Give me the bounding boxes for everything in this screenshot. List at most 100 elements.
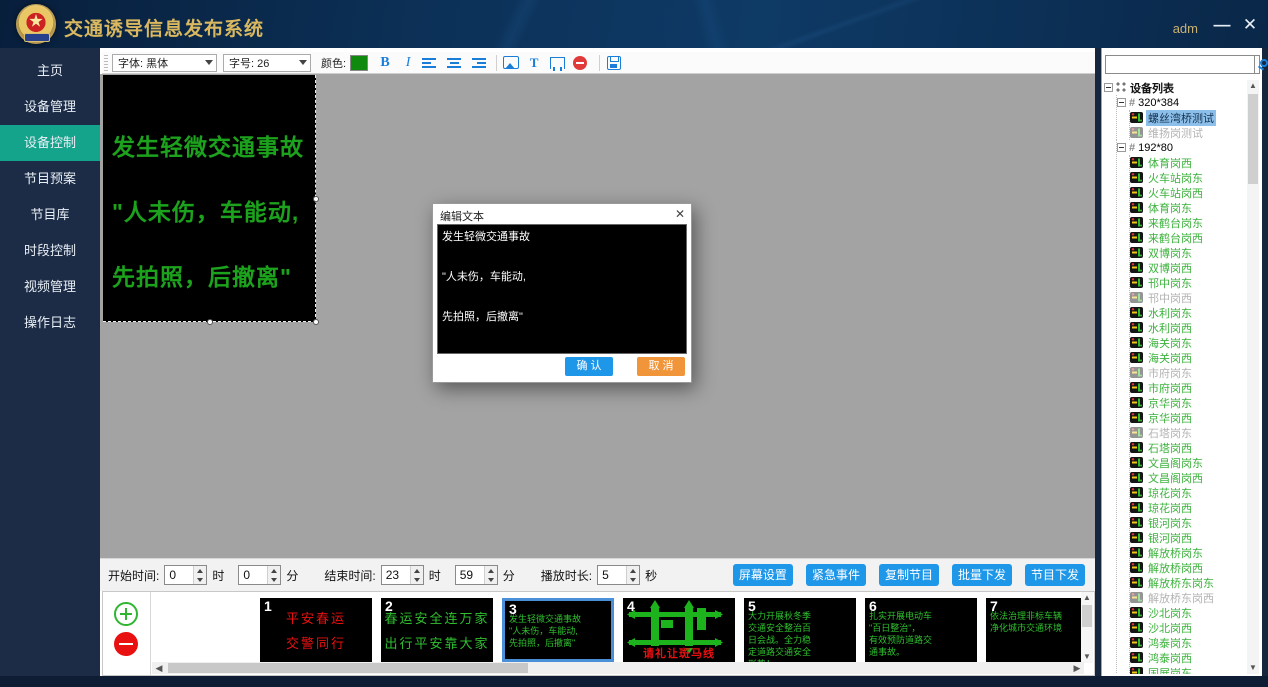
stepper-up[interactable] [485, 566, 497, 575]
device-item[interactable]: 京华岗西 [1130, 410, 1250, 425]
scrollbar-thumb[interactable] [1082, 605, 1092, 627]
sidebar-item-节目库[interactable]: 节目库 [0, 197, 100, 233]
scroll-up-arrow[interactable]: ▲ [1247, 80, 1259, 92]
edit-textarea[interactable]: 发生轻微交通事故"人未伤，车能动,先拍照，后撤离" [437, 224, 687, 354]
resize-handle-bottom[interactable] [207, 319, 213, 325]
device-item[interactable]: 水利岗西 [1130, 320, 1250, 335]
collapse-icon[interactable] [1104, 83, 1113, 92]
collapse-icon[interactable] [1117, 98, 1126, 107]
end-hour-stepper[interactable]: 23 [381, 565, 424, 585]
stepper-down[interactable] [411, 575, 423, 584]
tree-vertical-scrollbar[interactable]: ▲ ▼ [1247, 80, 1259, 674]
device-item[interactable]: 维扬岗测试 [1130, 125, 1250, 140]
stepper-down[interactable] [485, 575, 497, 584]
device-item[interactable]: 体育岗西 [1130, 155, 1250, 170]
program-thumbnail-7[interactable]: 7依法治理非标车辆净化城市交通环境 [986, 598, 1084, 662]
device-item[interactable]: 琼花岗东 [1130, 485, 1250, 500]
device-item[interactable]: 鸿泰岗西 [1130, 650, 1250, 665]
dialog-close-icon[interactable]: ✕ [675, 207, 685, 221]
device-item[interactable]: 解放桥岗西 [1130, 560, 1250, 575]
playlist-horizontal-scrollbar[interactable]: ◀ ▶ [152, 662, 1084, 674]
device-item[interactable]: 解放桥东岗西 [1130, 590, 1250, 605]
collapse-icon[interactable] [1117, 143, 1126, 152]
device-item[interactable]: 京华岗东 [1130, 395, 1250, 410]
tree-group-320*384[interactable]: #320*384 [1117, 95, 1250, 110]
align-center-button[interactable] [445, 54, 463, 72]
program-thumbnail-3[interactable]: 3发生轻微交通事故"人未伤，车能动,先拍照，后撤离" [502, 598, 614, 662]
sidebar-item-时段控制[interactable]: 时段控制 [0, 233, 100, 269]
stepper-up[interactable] [411, 566, 423, 575]
cancel-button[interactable]: 取 消 [637, 357, 685, 376]
device-item[interactable]: 海关岗西 [1130, 350, 1250, 365]
device-item[interactable]: 石塔岗西 [1130, 440, 1250, 455]
device-item[interactable]: 水利岗东 [1130, 305, 1250, 320]
device-item[interactable]: 文昌阁岗东 [1130, 455, 1250, 470]
device-item[interactable]: 琼花岗西 [1130, 500, 1250, 515]
color-swatch[interactable] [350, 55, 368, 71]
add-program-button[interactable] [114, 602, 138, 626]
device-item[interactable]: 银河岗西 [1130, 530, 1250, 545]
duration-stepper[interactable]: 5 [597, 565, 640, 585]
action-button-屏幕设置[interactable]: 屏幕设置 [733, 564, 793, 586]
playlist-vertical-scrollbar[interactable]: ▲ ▼ [1081, 592, 1093, 663]
italic-button[interactable]: I [399, 54, 417, 72]
sidebar-item-主页[interactable]: 主页 [0, 53, 100, 89]
close-button[interactable]: ✕ [1238, 14, 1262, 36]
device-item[interactable]: 国展岗东 [1130, 665, 1250, 674]
device-item[interactable]: 来鹤台岗东 [1130, 215, 1250, 230]
device-item[interactable]: 石塔岗东 [1130, 425, 1250, 440]
action-button-批量下发[interactable]: 批量下发 [952, 564, 1012, 586]
stepper-down[interactable] [627, 575, 639, 584]
align-left-button[interactable] [422, 54, 440, 72]
program-thumbnail-2[interactable]: 2春运安全连万家出行平安靠大家 [381, 598, 493, 662]
device-item[interactable]: 体育岗东 [1130, 200, 1250, 215]
scrollbar-thumb[interactable] [168, 663, 528, 673]
scroll-down-arrow[interactable]: ▼ [1247, 662, 1259, 674]
device-item[interactable]: 火车站岗西 [1130, 185, 1250, 200]
end-minute-stepper[interactable]: 59 [455, 565, 498, 585]
device-item[interactable]: 邗中岗西 [1130, 290, 1250, 305]
device-item[interactable]: 螺丝湾桥测试 [1130, 110, 1250, 125]
tree-root[interactable]: 设备列表 [1104, 80, 1250, 95]
sidebar-item-设备控制[interactable]: 设备控制 [0, 125, 100, 161]
sidebar-item-操作日志[interactable]: 操作日志 [0, 305, 100, 341]
insert-text-button[interactable]: T [525, 54, 543, 72]
resize-handle-right[interactable] [313, 196, 319, 202]
clear-button[interactable] [571, 54, 589, 72]
device-search-input[interactable] [1105, 55, 1255, 74]
bold-button[interactable]: B [376, 54, 394, 72]
sidebar-item-视频管理[interactable]: 视频管理 [0, 269, 100, 305]
stepper-up[interactable] [194, 566, 206, 575]
resize-handle-corner[interactable] [313, 319, 319, 325]
stepper-down[interactable] [268, 575, 280, 584]
device-item[interactable]: 市府岗东 [1130, 365, 1250, 380]
scroll-up-arrow[interactable]: ▲ [1081, 592, 1093, 604]
marquee-button[interactable] [548, 54, 566, 72]
device-item[interactable]: 来鹤台岗西 [1130, 230, 1250, 245]
program-thumbnail-5[interactable]: 5大力开展秋冬季交通安全整治百日会战。全力稳定道路交通安全形势！ [744, 598, 856, 662]
device-item[interactable]: 市府岗西 [1130, 380, 1250, 395]
scroll-right-arrow[interactable]: ▶ [1070, 662, 1084, 674]
sidebar-item-节目预案[interactable]: 节目预案 [0, 161, 100, 197]
stepper-up[interactable] [268, 566, 280, 575]
save-button[interactable] [605, 54, 623, 72]
remove-program-button[interactable] [114, 632, 138, 656]
device-item[interactable]: 沙北岗西 [1130, 620, 1250, 635]
device-item[interactable]: 沙北岗东 [1130, 605, 1250, 620]
device-item[interactable]: 鸿泰岗东 [1130, 635, 1250, 650]
action-button-紧急事件[interactable]: 紧急事件 [806, 564, 866, 586]
device-item[interactable]: 海关岗东 [1130, 335, 1250, 350]
device-item[interactable]: 文昌阁岗西 [1130, 470, 1250, 485]
program-thumbnail-4[interactable]: 4请礼让斑马线 [623, 598, 735, 662]
sidebar-item-设备管理[interactable]: 设备管理 [0, 89, 100, 125]
confirm-button[interactable]: 确 认 [565, 357, 613, 376]
program-thumbnail-6[interactable]: 6扎实开展电动车"百日整治"，有效预防道路交通事故。 [865, 598, 977, 662]
device-item[interactable]: 邗中岗东 [1130, 275, 1250, 290]
minimize-button[interactable]: — [1210, 14, 1234, 36]
device-item[interactable]: 双博岗西 [1130, 260, 1250, 275]
device-item[interactable]: 解放桥东岗东 [1130, 575, 1250, 590]
device-item[interactable]: 火车站岗东 [1130, 170, 1250, 185]
font-family-combo[interactable]: 字体: 黑体 [112, 54, 217, 72]
insert-image-button[interactable] [502, 54, 520, 72]
scrollbar-thumb[interactable] [1248, 94, 1258, 184]
